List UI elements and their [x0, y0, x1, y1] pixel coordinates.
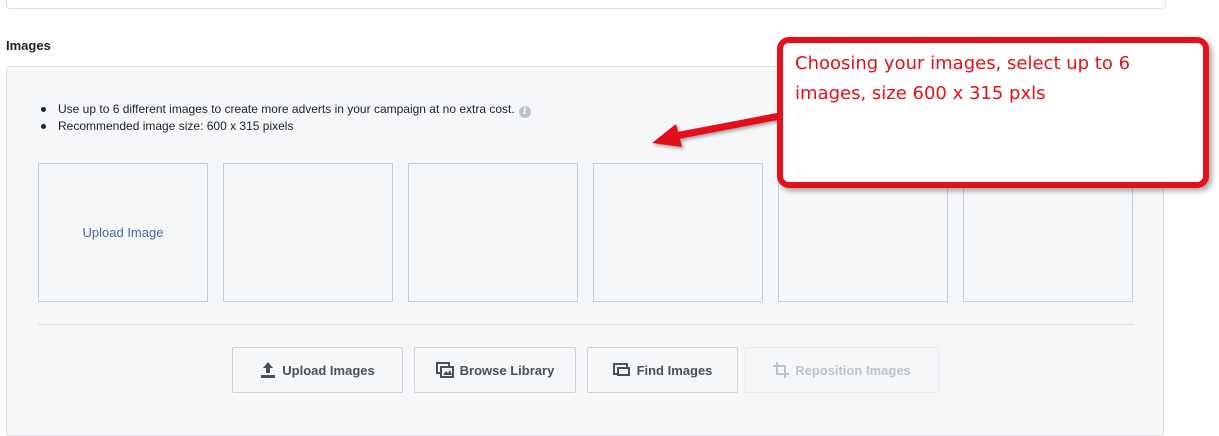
- section-title: Images: [6, 38, 51, 53]
- annotation-callout: Choosing your images, select up to 6 ima…: [777, 37, 1209, 188]
- library-icon: [435, 362, 454, 378]
- upload-image-label: Upload Image: [82, 225, 164, 240]
- image-slot-3[interactable]: [408, 163, 578, 302]
- browse-library-label: Browse Library: [459, 362, 555, 378]
- crop-icon: [773, 362, 790, 378]
- upload-images-button[interactable]: Upload Images: [232, 347, 403, 393]
- previous-section-panel: [6, 0, 1166, 9]
- image-slot-2[interactable]: [223, 163, 393, 302]
- find-images-label: Find Images: [636, 362, 713, 378]
- info-icon[interactable]: i: [518, 106, 531, 118]
- reposition-images-label: Reposition Images: [795, 362, 911, 378]
- reposition-images-button[interactable]: Reposition Images: [745, 347, 939, 393]
- upload-icon: [260, 361, 276, 379]
- instruction-text: Use up to 6 different images to create m…: [58, 102, 515, 116]
- upload-images-label: Upload Images: [282, 362, 375, 378]
- instruction-text: Recommended image size: 600 x 315 pixels: [58, 119, 294, 133]
- instruction-item: Recommended image size: 600 x 315 pixels: [38, 118, 531, 135]
- callout-arrow-icon: [652, 111, 789, 147]
- browse-library-button[interactable]: Browse Library: [414, 347, 576, 393]
- divider: [38, 324, 1134, 325]
- instructions-list: Use up to 6 different images to create m…: [38, 101, 531, 135]
- instruction-item: Use up to 6 different images to create m…: [38, 101, 531, 118]
- upload-image-slot[interactable]: Upload Image: [38, 163, 208, 302]
- find-images-icon: [612, 363, 631, 377]
- callout-text: Choosing your images, select up to 6 ima…: [795, 53, 1131, 104]
- image-slot-4[interactable]: [593, 163, 763, 302]
- find-images-button[interactable]: Find Images: [587, 347, 738, 393]
